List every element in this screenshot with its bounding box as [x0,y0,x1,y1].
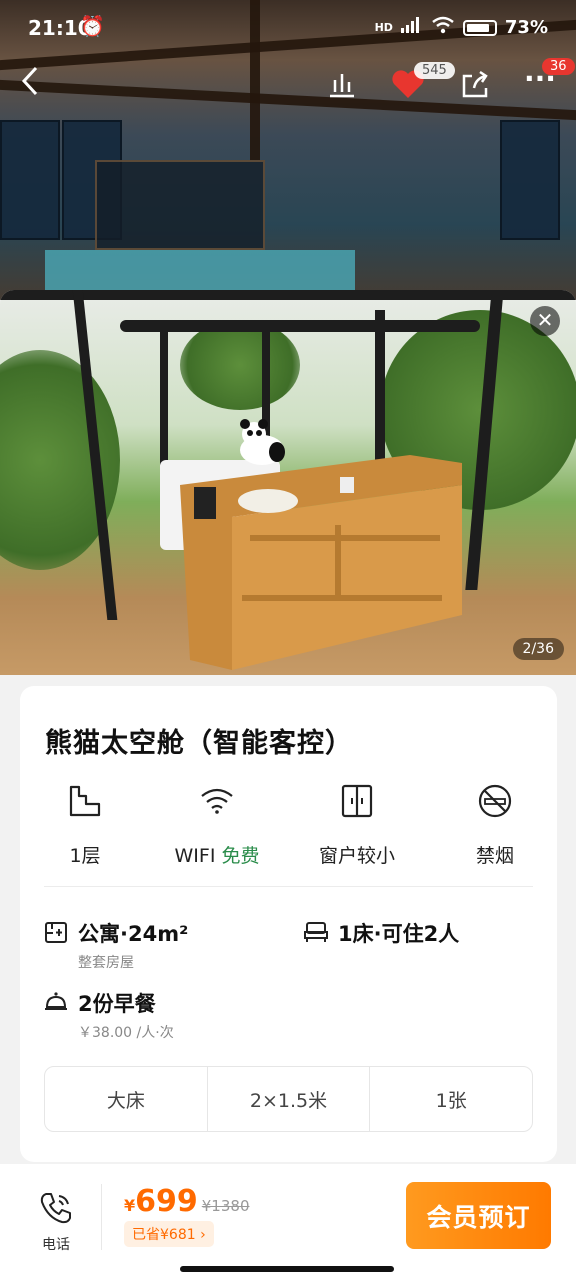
phone-icon [38,1193,74,1230]
wifi-status-icon [431,16,455,39]
wooden-cabinet [180,455,462,670]
bed-icon [304,921,328,947]
bed-count-cell: 1张 [435,1089,467,1112]
no-smoking-icon [430,781,560,821]
home-indicator [180,1266,394,1272]
alarm-icon: ⏰ [80,14,105,38]
like-count-badge: 545 [414,62,455,79]
bed-capacity-main: 1床·可住2人 [338,922,460,946]
room-title: 熊猫太空舱（智能客控） [45,728,353,759]
price-currency: ¥ [124,1196,136,1215]
amenity-no-smoking-label: 禁烟 [475,845,514,867]
detail-breakfast: 2份早餐 ￥38.00 /人·次 [44,988,174,1042]
breakfast-price: ￥38.00 /人·次 [78,1025,174,1041]
phone-label: 电话 [42,1237,70,1253]
amenity-window-label: 窗户较小 [318,845,395,867]
phone-button[interactable]: 电话 [28,1190,84,1254]
detail-bed-capacity: 1床·可住2人 [304,918,459,948]
amenity-window: 窗户较小 [292,781,422,868]
price-original: ¥1380 [201,1197,250,1215]
floor-icon [20,781,150,821]
room-info-card: 熊猫太空舱（智能客控） 1层 WIFI 免费 窗户较小 禁烟 公寓·24m² 整… [20,686,557,1162]
amenity-wifi-label: WIFI [174,845,216,867]
amenity-floor: 1层 [20,781,150,868]
bed-type-cell: 大床 [45,1067,208,1131]
bottom-booking-bar: 电话 ¥699 ¥1380 已省¥681 › 会员预订 [0,1164,576,1280]
battery-percent: 73% [504,17,548,38]
chart-compare-icon[interactable] [326,70,356,105]
price-block: ¥699 ¥1380 [124,1184,249,1219]
savings-label: 已省¥681 [132,1227,196,1243]
savings-tag[interactable]: 已省¥681 › [124,1221,214,1247]
window-icon [292,781,422,821]
apartment-icon [44,920,68,948]
amenity-floor-label: 1层 [69,845,101,867]
share-icon[interactable] [460,70,490,107]
amenity-wifi: WIFI 免费 [152,781,282,868]
divider [44,886,533,887]
chevron-right-icon: › [200,1227,206,1243]
separator [101,1184,102,1250]
close-photo-button[interactable]: ✕ [530,306,560,336]
breakfast-main: 2份早餐 [78,992,156,1016]
breakfast-icon [44,990,68,1016]
signal-hd-label: HD [374,21,393,34]
bed-info-table: 大床 2×1.5米 1张 [44,1066,533,1132]
photo-counter: 2/36 [512,638,564,660]
status-bar: 21:10 ⏰ HD 73% [0,0,576,56]
price-current: 699 [135,1184,198,1219]
amenity-no-smoking: 禁烟 [430,781,560,868]
member-book-button[interactable]: 会员预订 [406,1182,551,1249]
detail-room-type: 公寓·24m² 整套房屋 [44,918,188,972]
signal-icon [400,17,423,38]
back-arrow-icon[interactable] [20,66,40,102]
wifi-icon [152,781,282,821]
top-action-bar: 545 ··· 36 [0,58,576,110]
room-type-main: 公寓·24m² [78,922,189,946]
bed-size-cell: 2×1.5米 [208,1067,371,1131]
battery-icon [462,19,497,36]
room-type-sub: 整套房屋 [78,955,134,971]
more-badge: 36 [542,58,575,75]
amenity-wifi-free: 免费 [221,845,260,867]
